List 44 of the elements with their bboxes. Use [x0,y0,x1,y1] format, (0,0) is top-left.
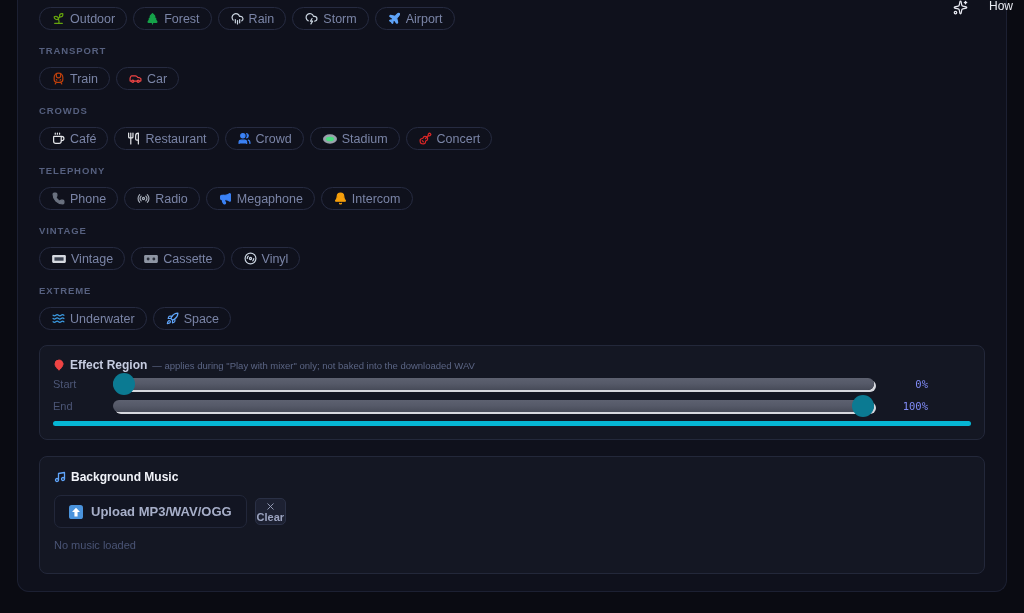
slider-label: End [53,400,74,412]
wave-icon [52,312,65,325]
megaphone-icon [218,192,232,205]
train-icon [52,72,65,85]
section-label: EXTREME [39,285,93,297]
phone-icon [52,192,65,205]
close-icon [264,500,276,512]
clear-button[interactable]: Clear [254,498,287,525]
tape-icon [52,254,66,263]
slider-thumb[interactable] [852,395,874,417]
car-icon [129,72,142,85]
rocket-icon [165,312,179,325]
stadium-icon [322,133,337,144]
slider-label: Start [53,378,78,390]
plane-icon [387,12,401,25]
card-note: — applies during "Play with mixer" only; not baked into the downloaded WAV [152,359,475,371]
utensils-icon [127,132,141,145]
coffee-cup-icon [52,132,65,145]
sparkle-icon[interactable] [953,0,968,15]
card-title: Background Music [71,470,179,484]
music-status: No music loaded [54,539,137,551]
lightning-cloud-icon [305,12,319,25]
heading-text: How [989,0,1013,12]
upload-icon [69,504,83,519]
disc-icon [243,252,257,265]
sprout-icon [52,12,65,25]
guitar-icon [418,132,432,145]
slider-value: 100% [901,400,928,412]
section-label: TRANSPORT [39,45,108,57]
music-note-icon [54,471,66,483]
card-title: Effect Region [70,358,148,372]
upload-button[interactable]: Upload MP3/WAV/OGG [54,495,247,528]
people-icon [237,132,251,145]
rain-cloud-icon [230,12,244,25]
slider-thumb[interactable] [113,373,135,395]
slider-value: 0% [914,378,928,390]
cassette-icon [144,254,159,263]
pin-icon [53,359,65,371]
section-label: CROWDS [39,105,89,117]
bell-icon [333,192,347,205]
section-label: VINTAGE [39,225,88,237]
pine-tree-icon [146,12,160,25]
radio-icon [137,192,151,205]
section-label: TELEPHONY [39,165,107,177]
